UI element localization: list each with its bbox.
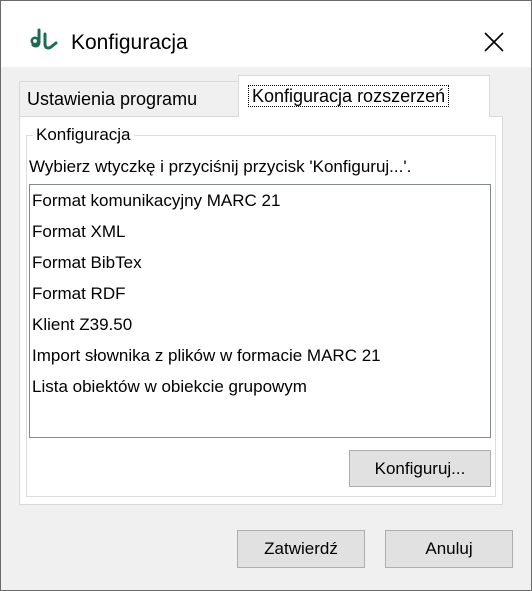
groupbox-legend: Konfiguracja <box>33 125 134 145</box>
list-item[interactable]: Import słownika z plików w formacie MARC… <box>30 340 490 371</box>
title-bar[interactable]: Konfiguracja <box>1 1 531 67</box>
tab-extensions-configuration[interactable]: Konfiguracja rozszerzeń <box>238 75 490 117</box>
tab-strip: Ustawienia programu Konfiguracja rozszer… <box>1 67 531 117</box>
list-item[interactable]: Format RDF <box>30 278 490 309</box>
list-item[interactable]: Format XML <box>30 216 490 247</box>
configure-button[interactable]: Konfiguruj... <box>349 450 491 487</box>
list-item[interactable]: Lista obiektów w obiekcie grupowym <box>30 371 490 402</box>
list-item[interactable]: Format komunikacyjny MARC 21 <box>30 185 490 216</box>
close-button[interactable] <box>475 23 513 61</box>
tab-program-settings-label: Ustawienia programu <box>27 89 198 109</box>
window-title: Konfiguracja <box>71 31 188 54</box>
confirm-button[interactable]: Zatwierdź <box>237 530 365 568</box>
tab-program-settings[interactable]: Ustawienia programu <box>19 81 239 116</box>
configuration-dialog: Konfiguracja Ustawienia programu Konfigu… <box>0 0 532 591</box>
list-item[interactable]: Format BibTex <box>30 247 490 278</box>
configuration-groupbox: Konfiguracja Wybierz wtyczkę i przyciśni… <box>26 125 496 497</box>
extensions-tab-panel: Konfiguracja Wybierz wtyczkę i przyciśni… <box>19 116 503 505</box>
plugin-list[interactable]: Format komunikacyjny MARC 21 Format XML … <box>29 184 491 438</box>
cancel-button[interactable]: Anuluj <box>385 530 513 568</box>
tab-extensions-configuration-label: Konfiguracja rozszerzeń <box>248 85 450 107</box>
instruction-text: Wybierz wtyczkę i przyciśnij przycisk 'K… <box>29 157 412 176</box>
close-icon <box>484 32 504 52</box>
app-logo-icon <box>30 28 58 50</box>
list-item[interactable]: Klient Z39.50 <box>30 309 490 340</box>
